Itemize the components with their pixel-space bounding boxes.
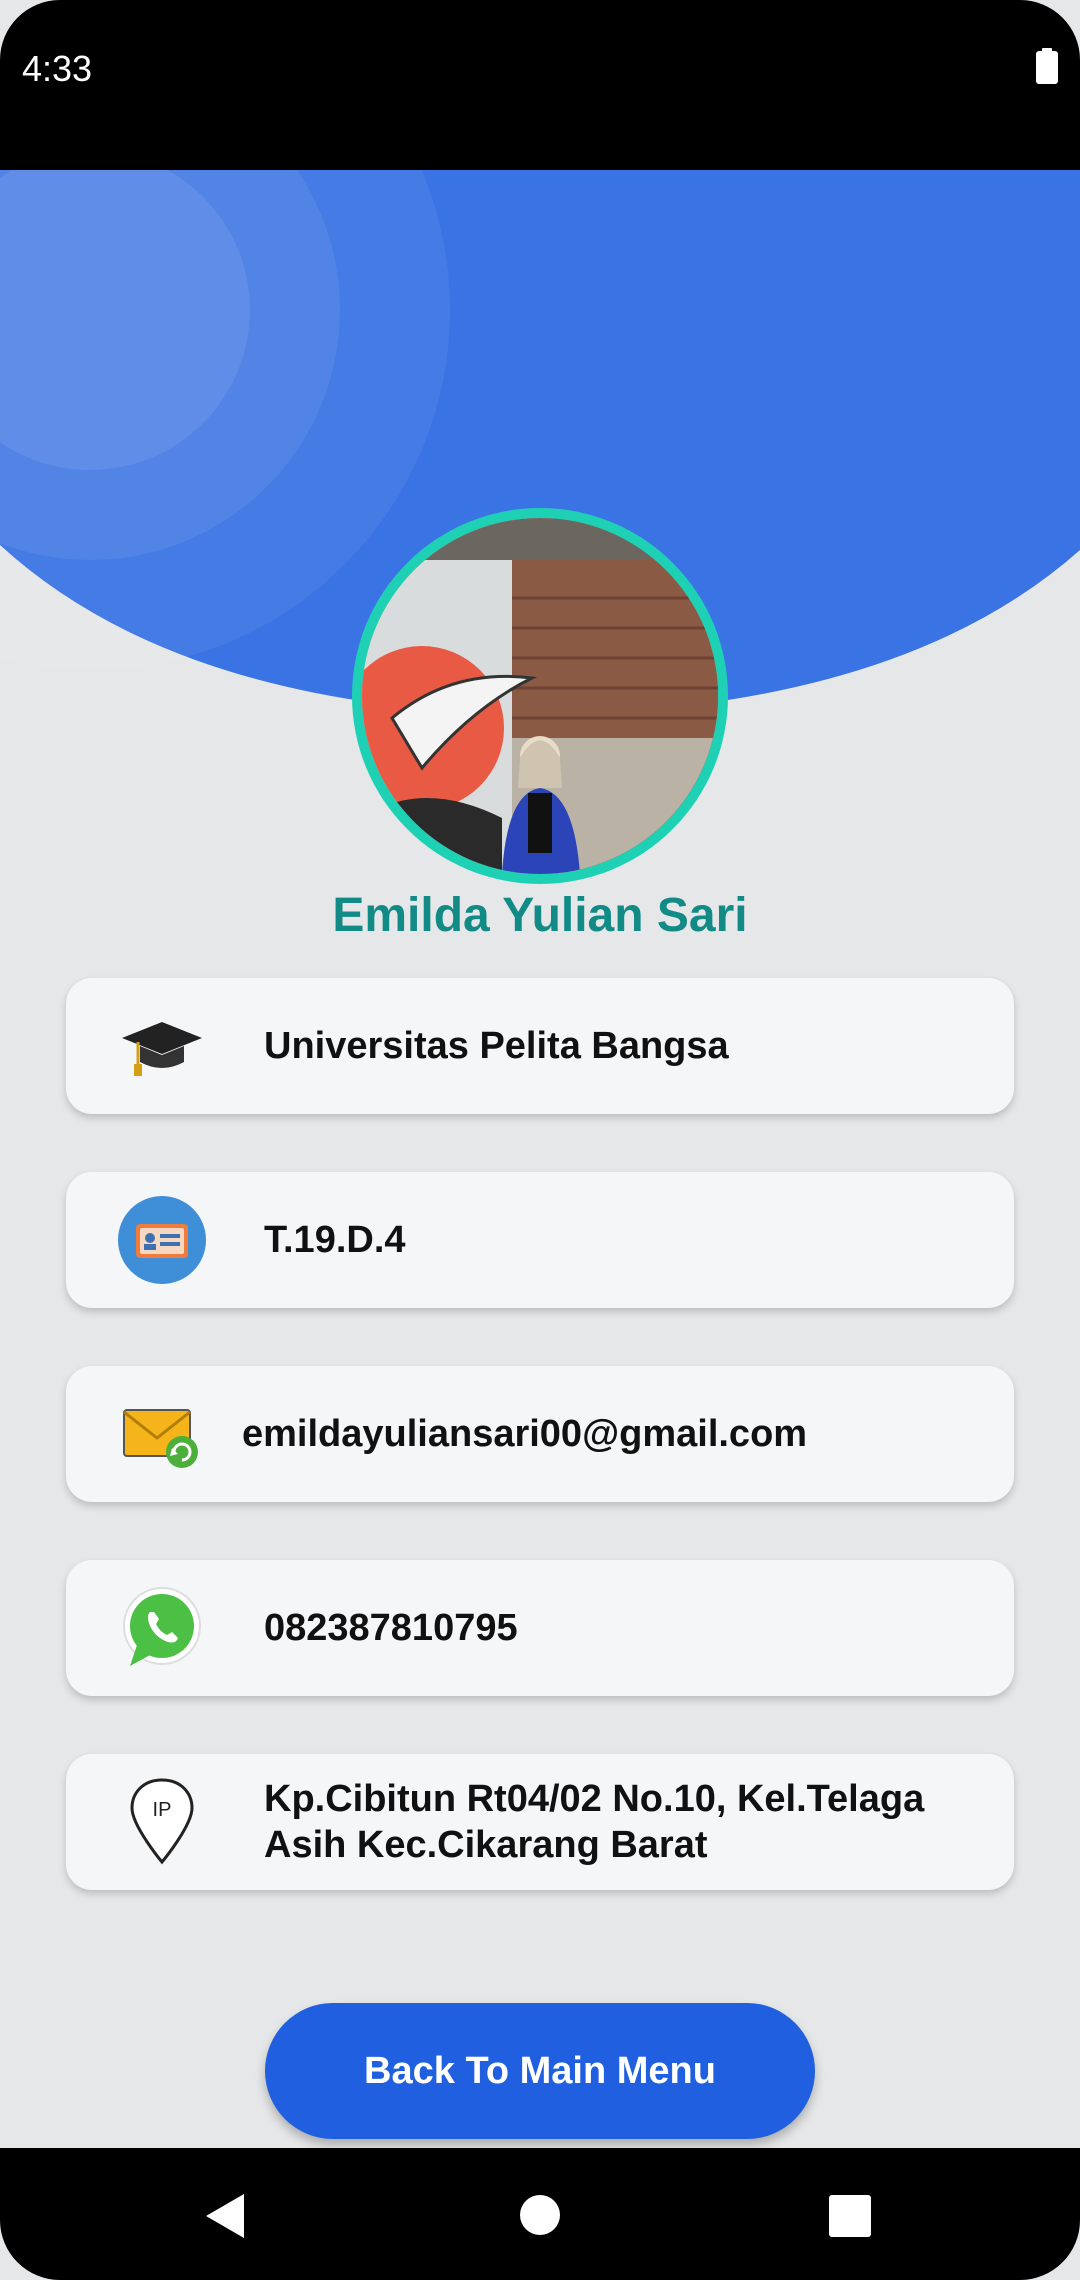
location-pin-icon: IP (130, 1778, 194, 1865)
profile-photo (362, 518, 718, 874)
phone-text: 082387810795 (264, 1607, 518, 1649)
navigation-bar (0, 2148, 1080, 2280)
id-card-icon (118, 1196, 206, 1284)
info-card-email: emildayuliansari00@gmail.com (66, 1366, 1014, 1502)
address-text: Kp.Cibitun Rt04/02 No.10, Kel.Telaga Asi… (264, 1778, 925, 1866)
info-card-university: Universitas Pelita Bangsa (66, 978, 1014, 1114)
back-nav-icon[interactable] (204, 2192, 248, 2240)
email-icon (123, 1409, 198, 1468)
university-text: Universitas Pelita Bangsa (264, 1025, 729, 1067)
email-text: emildayuliansari00@gmail.com (242, 1413, 808, 1455)
profile-name: Emilda Yulian Sari (332, 889, 748, 942)
class-text: T.19.D.4 (264, 1219, 406, 1261)
info-card-class: T.19.D.4 (66, 1172, 1014, 1308)
battery-icon (1036, 48, 1058, 84)
info-card-address: IP Kp.Cibitun Rt04/02 No.10, Kel.Telaga … (66, 1754, 1014, 1890)
graduation-cap-icon (122, 1022, 202, 1076)
info-card-phone: 082387810795 (66, 1560, 1014, 1696)
svg-text:IP: IP (153, 1799, 172, 1821)
back-to-main-menu-button[interactable]: Back To Main Menu (265, 2003, 815, 2139)
app-screen: 4:33 Emilda Yulian Sari Universitas Peli… (0, 0, 1080, 2280)
status-time: 4:33 (22, 48, 93, 89)
avatar (352, 508, 728, 884)
home-nav-icon[interactable] (519, 2194, 561, 2236)
status-bar: 4:33 (0, 0, 1080, 170)
recents-nav-icon[interactable] (829, 2195, 871, 2237)
whatsapp-icon (123, 1587, 201, 1666)
